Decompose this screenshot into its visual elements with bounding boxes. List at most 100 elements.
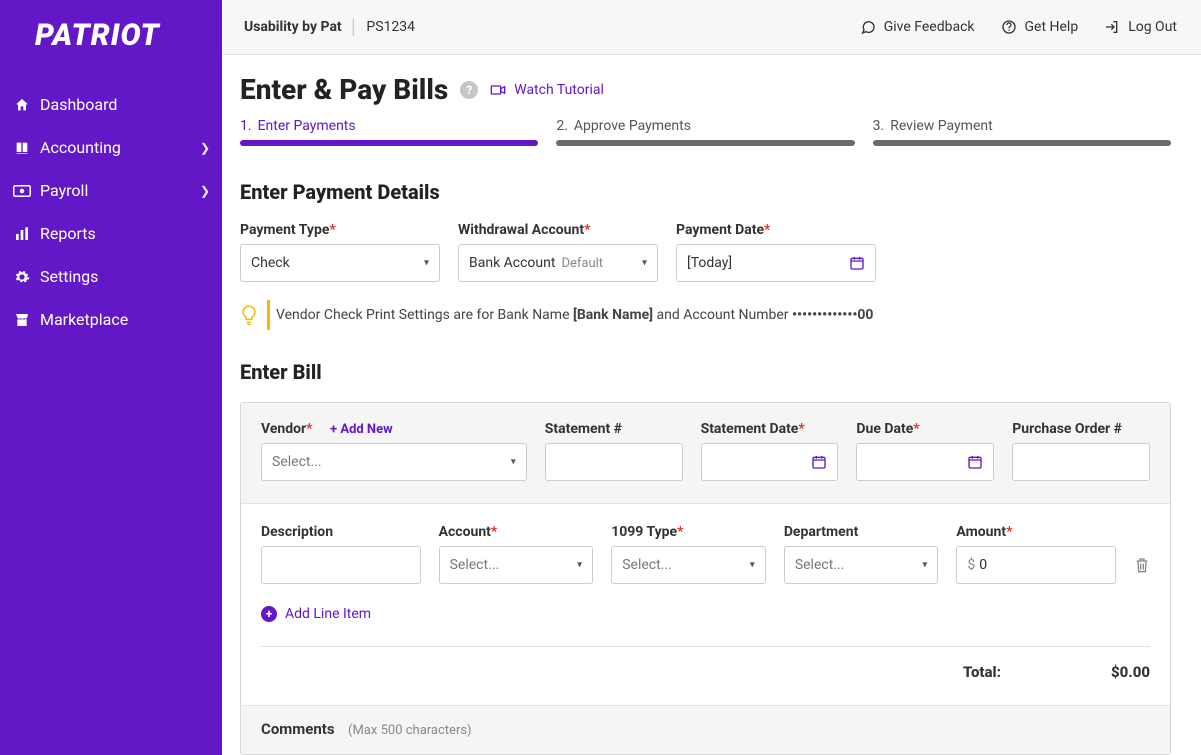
vendor-label: Vendor* + Add New — [261, 421, 527, 437]
section-title-enter-bill: Enter Bill — [240, 360, 1171, 384]
divider — [261, 646, 1150, 647]
sidebar-item-label: Dashboard — [40, 95, 117, 114]
comments-label: Comments — [261, 720, 335, 738]
total-label: Total: — [963, 663, 1001, 681]
step-tracker: 1. Enter Payments 2. Approve Payments 3. — [240, 118, 1171, 146]
bill-card: Vendor* + Add New Select... ▾ Statement … — [240, 402, 1171, 755]
payment-date-label: Payment Date* — [676, 222, 876, 238]
sidebar-item-accounting[interactable]: Accounting ❯ — [0, 126, 222, 169]
sidebar-item-dashboard[interactable]: Dashboard — [0, 83, 222, 126]
po-num-input[interactable] — [1012, 443, 1150, 481]
step-review-payment[interactable]: 3. Review Payment — [873, 118, 1171, 146]
payment-type-select[interactable]: Check ▾ — [240, 244, 440, 282]
chevron-down-icon: ▾ — [642, 258, 647, 269]
watch-tutorial-link[interactable]: Watch Tutorial — [490, 82, 604, 98]
step-label: Approve Payments — [574, 118, 691, 134]
amount-input[interactable]: $ 0 — [956, 546, 1116, 584]
calendar-icon[interactable] — [967, 454, 983, 470]
description-input[interactable] — [261, 546, 421, 584]
select-placeholder: Select... — [272, 454, 322, 470]
statement-date-label: Statement Date* — [701, 421, 839, 437]
withdrawal-account-label: Withdrawal Account* — [458, 222, 658, 238]
chevron-down-icon: ▾ — [511, 457, 516, 468]
top-link-label: Give Feedback — [884, 19, 975, 35]
step-approve-payments[interactable]: 2. Approve Payments — [556, 118, 854, 146]
department-select[interactable]: Select... ▾ — [784, 546, 939, 584]
statement-num-input[interactable] — [545, 443, 683, 481]
help-circle-icon — [1001, 19, 1017, 35]
chevron-right-icon: ❯ — [200, 141, 210, 155]
delete-line-button[interactable] — [1134, 556, 1150, 584]
statement-date-input[interactable] — [701, 443, 839, 481]
account-label: Account* — [439, 524, 594, 540]
sidebar-item-label: Reports — [40, 224, 96, 243]
video-icon — [490, 82, 506, 98]
due-date-label: Due Date* — [856, 421, 994, 437]
tutorial-label: Watch Tutorial — [514, 82, 604, 98]
help-link[interactable]: Get Help — [1001, 19, 1079, 35]
logout-link[interactable]: Log Out — [1104, 19, 1177, 35]
select-placeholder: Select... — [450, 557, 500, 573]
add-vendor-link[interactable]: + Add New — [330, 422, 393, 437]
add-line-item-button[interactable]: + Add Line Item — [261, 606, 371, 622]
t1099-select[interactable]: Select... ▾ — [611, 546, 766, 584]
chevron-right-icon: ❯ — [200, 184, 210, 198]
comments-hint: (Max 500 characters) — [348, 723, 472, 738]
chevron-down-icon: ▾ — [750, 560, 755, 571]
select-tag: Default — [561, 256, 603, 271]
top-link-label: Get Help — [1025, 19, 1079, 35]
step-num: 2. — [556, 118, 568, 134]
chevron-down-icon: ▾ — [577, 560, 582, 571]
account-select[interactable]: Select... ▾ — [439, 546, 594, 584]
lightbulb-icon — [240, 304, 258, 326]
step-bar — [556, 140, 854, 146]
sidebar-item-label: Marketplace — [40, 310, 128, 329]
banner-text: Vendor Check Print Settings are for Bank… — [276, 307, 873, 323]
amount-value: 0 — [979, 557, 987, 573]
step-label: Enter Payments — [258, 118, 356, 134]
step-enter-payments[interactable]: 1. Enter Payments — [240, 118, 538, 146]
step-num: 1. — [240, 118, 252, 134]
logout-icon — [1104, 19, 1120, 35]
select-placeholder: Select... — [622, 557, 672, 573]
sidebar-item-payroll[interactable]: Payroll ❯ — [0, 169, 222, 212]
calendar-icon[interactable] — [811, 454, 827, 470]
sidebar-item-settings[interactable]: Settings — [0, 255, 222, 298]
t1099-label: 1099 Type* — [611, 524, 766, 540]
step-label: Review Payment — [890, 118, 992, 134]
step-bar — [873, 140, 1171, 146]
brand-logo: PATRIOT — [0, 18, 222, 83]
help-icon[interactable]: ? — [460, 81, 478, 99]
po-num-label: Purchase Order # — [1012, 421, 1150, 437]
due-date-input[interactable] — [856, 443, 994, 481]
comments-section: Comments (Max 500 characters) — [241, 705, 1170, 754]
page-title: Enter & Pay Bills — [240, 73, 448, 106]
total-row: Total: $0.00 — [261, 663, 1150, 705]
sidebar: PATRIOT Dashboard Accounting ❯ Payroll ❯ — [0, 0, 222, 755]
department-label: Department — [784, 524, 939, 540]
top-link-label: Log Out — [1128, 19, 1177, 35]
home-icon — [8, 97, 36, 113]
vendor-select[interactable]: Select... ▾ — [261, 443, 527, 481]
chevron-down-icon: ▾ — [922, 560, 927, 571]
add-line-label: Add Line Item — [285, 606, 371, 622]
book-icon — [8, 140, 36, 156]
select-placeholder: Select... — [795, 557, 845, 573]
input-value: [Today] — [687, 255, 732, 271]
statement-num-label: Statement # — [545, 421, 683, 437]
feedback-link[interactable]: Give Feedback — [860, 19, 975, 35]
store-icon — [8, 312, 36, 328]
bar-chart-icon — [8, 226, 36, 242]
calendar-icon[interactable] — [849, 255, 865, 271]
payment-date-input[interactable]: [Today] — [676, 244, 876, 282]
total-value: $0.00 — [1111, 663, 1150, 681]
sidebar-item-label: Payroll — [40, 181, 88, 200]
chat-icon — [860, 19, 876, 35]
payment-type-label: Payment Type* — [240, 222, 440, 238]
info-banner: Vendor Check Print Settings are for Bank… — [240, 304, 1171, 326]
sidebar-item-marketplace[interactable]: Marketplace — [0, 298, 222, 341]
chevron-down-icon: ▾ — [424, 258, 429, 269]
sidebar-item-reports[interactable]: Reports — [0, 212, 222, 255]
withdrawal-account-select[interactable]: Bank Account Default ▾ — [458, 244, 658, 282]
company-id: PS1234 — [366, 19, 415, 35]
